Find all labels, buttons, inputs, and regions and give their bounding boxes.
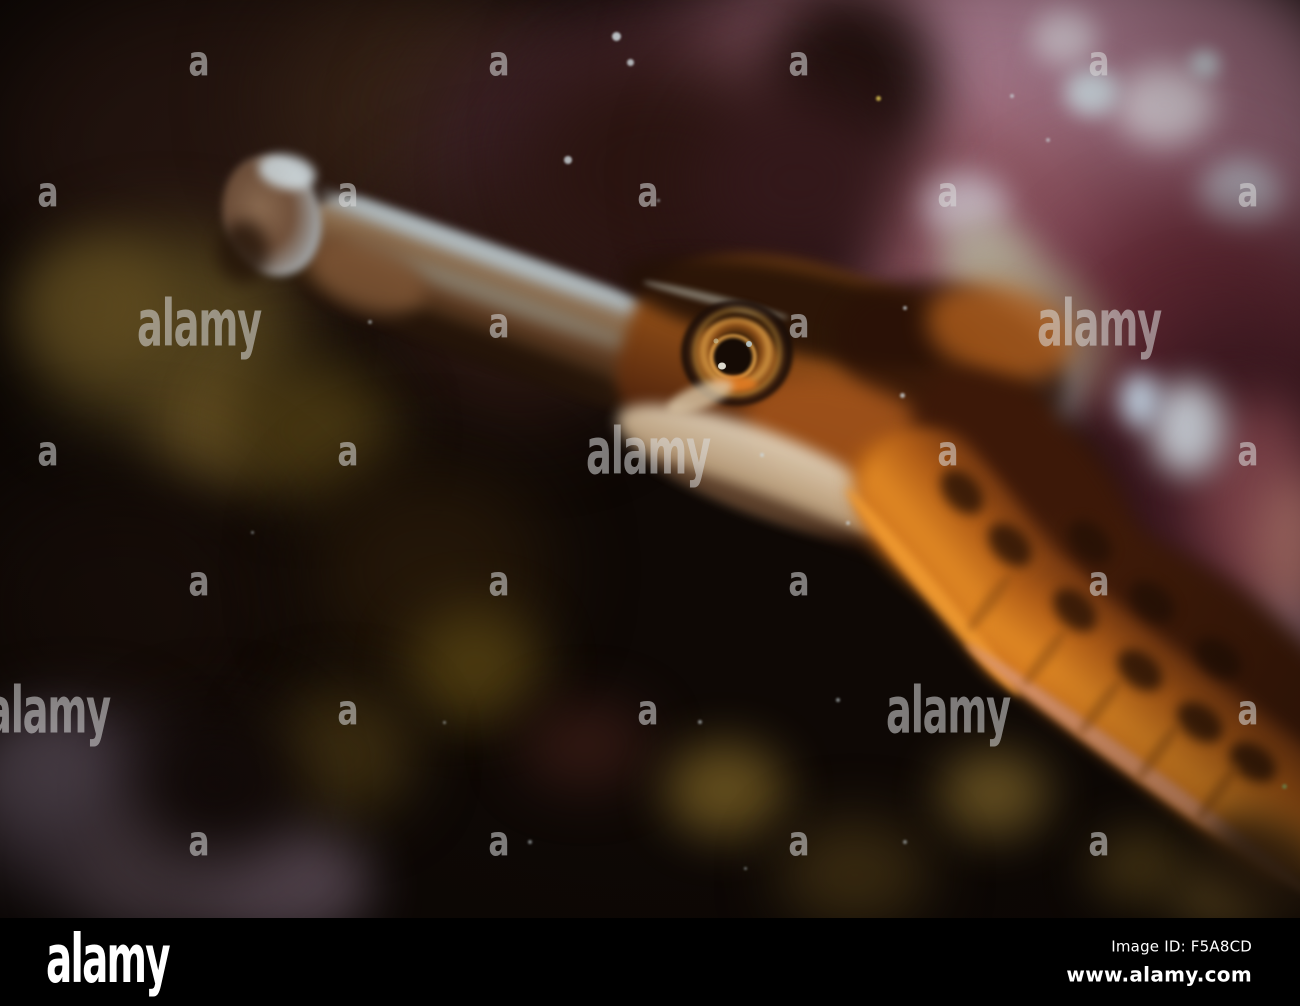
alamy-footer-bar: alamy Image ID: F5A8CD www.alamy.com xyxy=(0,918,1300,1006)
bokeh-blob xyxy=(1119,372,1161,428)
underwater-pipefish-photo xyxy=(0,0,1300,918)
bokeh-blob xyxy=(690,90,910,270)
bokeh-blob xyxy=(1190,50,1220,78)
bokeh-blob xyxy=(1150,380,1226,476)
dust-speck xyxy=(903,840,907,844)
website-text: www.alamy.com xyxy=(1066,962,1252,987)
dust-speck xyxy=(760,453,764,457)
bokeh-blob xyxy=(520,702,650,788)
dust-speck xyxy=(656,198,660,202)
dust-speck xyxy=(564,156,572,164)
dust-speck xyxy=(875,95,881,101)
bokeh-blob xyxy=(130,710,300,860)
dust-speck xyxy=(442,720,446,724)
bokeh-blob xyxy=(20,240,170,370)
dust-speck xyxy=(528,840,532,844)
bokeh-blob xyxy=(940,752,1050,838)
dust-speck xyxy=(698,720,702,724)
dust-speck xyxy=(1010,94,1014,98)
image-id-text: Image ID: F5A8CD xyxy=(1111,937,1252,956)
alamy-stock-image-page: aaaaaaaaaalamyaaalamyaaalamyaaaaaaalamya… xyxy=(0,0,1300,1006)
dust-speck xyxy=(611,31,621,41)
fish-eye-glint xyxy=(718,362,726,370)
dust-speck xyxy=(250,530,254,534)
dust-speck xyxy=(368,320,372,324)
bokeh-blob xyxy=(410,607,540,723)
dust-speck xyxy=(836,698,840,702)
bokeh-blob xyxy=(1064,68,1120,116)
fish-eye-glint xyxy=(746,341,752,347)
bokeh-blob xyxy=(665,742,785,838)
footer-meta: Image ID: F5A8CD www.alamy.com xyxy=(1066,938,1252,987)
dust-speck xyxy=(846,521,850,525)
dust-speck xyxy=(1281,783,1287,789)
fish-eye-glint xyxy=(713,338,719,344)
dust-speck xyxy=(899,392,905,398)
alamy-logo: alamy xyxy=(46,920,258,998)
dust-speck xyxy=(1046,138,1050,142)
bokeh-blob xyxy=(780,822,930,918)
bokeh-blob xyxy=(1032,10,1098,66)
bokeh-blob xyxy=(0,470,280,750)
dust-speck xyxy=(903,306,907,310)
fish-snout-tip-shadow xyxy=(217,221,269,283)
alamy-logo-text: alamy xyxy=(46,919,171,998)
dust-speck xyxy=(626,58,634,66)
dust-speck xyxy=(743,866,747,870)
